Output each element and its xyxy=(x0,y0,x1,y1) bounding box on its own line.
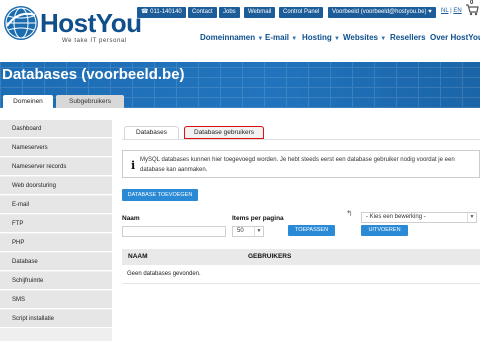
column-header-gebruikers[interactable]: GEBRUIKERS xyxy=(248,253,291,260)
phone-number: 011-140140 xyxy=(150,9,182,15)
sidebar-item-database[interactable]: Database xyxy=(0,253,112,271)
info-text: MySQL databases kunnen hier toegevoegd w… xyxy=(140,157,455,173)
phone-icon: ☎ xyxy=(141,9,149,15)
webmail-link[interactable]: Webmail xyxy=(244,7,276,18)
jobs-link[interactable]: Jobs xyxy=(219,7,240,18)
globe-logo-icon[interactable] xyxy=(4,6,38,40)
chevron-down-icon: ▼ xyxy=(467,213,476,222)
sidebar-item-ftp[interactable]: FTP xyxy=(0,215,112,233)
info-box: i MySQL databases kunnen hier toegevoegd… xyxy=(122,150,480,178)
per-page-value: 50 xyxy=(237,228,244,234)
tab-divider xyxy=(122,139,480,140)
sidebar: Dashboard Nameservers Nameserver records… xyxy=(0,120,112,341)
name-input[interactable] xyxy=(122,226,226,237)
phone-button[interactable]: ☎ 011-140140 xyxy=(137,7,186,18)
per-page-select[interactable]: 50 ▼ xyxy=(232,226,264,237)
chevron-down-icon: ▼ xyxy=(291,36,298,42)
column-header-naam[interactable]: NAAM xyxy=(128,253,148,260)
nav-over-hostyou[interactable]: Over HostYou xyxy=(430,33,480,42)
nav-websites[interactable]: Websites ▼ xyxy=(343,33,386,42)
sidebar-item-script-installatie[interactable]: Script installatie xyxy=(0,310,112,328)
chevron-down-icon: ▼ xyxy=(254,227,263,236)
nav-email[interactable]: E-mail ▼ xyxy=(265,33,297,42)
per-page-label: Items per pagina xyxy=(232,215,284,222)
chevron-down-icon: ▼ xyxy=(334,36,340,42)
sidebar-item-dashboard[interactable]: Dashboard xyxy=(0,120,112,138)
name-label: Naam xyxy=(122,215,140,222)
add-database-button[interactable]: DATABASE TOEVOEGEN xyxy=(122,189,198,201)
nav-hosting[interactable]: Hosting ▼ xyxy=(302,33,340,42)
chevron-down-icon: ▼ xyxy=(257,36,264,42)
tab-database-gebruikers[interactable]: Database gebruikers xyxy=(184,126,264,139)
tab-domeinen[interactable]: Domeinen xyxy=(3,95,53,108)
empty-state-text: Geen databases gevonden. xyxy=(127,271,201,277)
nav-label: Hosting xyxy=(302,33,332,42)
nav-resellers[interactable]: Resellers xyxy=(390,33,426,42)
info-icon: i xyxy=(131,159,136,172)
sidebar-item-sms[interactable]: SMS xyxy=(0,291,112,309)
control-panel-link[interactable]: Control Panel xyxy=(279,7,324,18)
apply-button[interactable]: TOEPASSEN xyxy=(288,225,335,236)
bulk-action-value: - Kies een bewerking - xyxy=(366,214,426,220)
account-name: Voorbeeld (voorbeeld@hostyou.be) xyxy=(332,9,427,15)
chevron-down-icon: ▼ xyxy=(380,36,387,42)
cart-count: 0 xyxy=(470,0,474,6)
brand-name[interactable]: HostYou xyxy=(40,8,142,39)
heart-icon: ♥ xyxy=(428,9,432,15)
sidebar-item-web-doorsturing[interactable]: Web doorsturing xyxy=(0,177,112,195)
tab-subgebruikers[interactable]: Subgebruikers xyxy=(56,95,124,108)
language-switcher: NL | EN xyxy=(441,8,462,14)
sidebar-item-email[interactable]: E-mail xyxy=(0,196,112,214)
sidebar-item-php[interactable]: PHP xyxy=(0,234,112,252)
lang-en[interactable]: EN xyxy=(453,8,461,14)
table-header: NAAM GEBRUIKERS xyxy=(122,249,480,265)
brand-tagline: We take IT personal xyxy=(62,38,127,44)
nav-label: E-mail xyxy=(265,33,290,42)
nav-label: Domeinnamen xyxy=(200,33,256,42)
lang-nl[interactable]: NL xyxy=(441,8,448,14)
execute-button[interactable]: UITVOEREN xyxy=(361,225,408,236)
select-arrow-icon: ↰ xyxy=(346,209,353,218)
contact-link[interactable]: Contact xyxy=(188,7,217,18)
bulk-action-select[interactable]: - Kies een bewerking - ▼ xyxy=(361,212,477,223)
account-menu[interactable]: Voorbeeld (voorbeeld@hostyou.be) ♥ xyxy=(328,7,436,18)
header: HostYou We take IT personal ☎ 011-140140… xyxy=(0,0,480,62)
tab-databases[interactable]: Databases xyxy=(124,126,179,139)
sidebar-item-nameserver-records[interactable]: Nameserver records xyxy=(0,158,112,176)
sidebar-item-nameservers[interactable]: Nameservers xyxy=(0,139,112,157)
nav-label: Websites xyxy=(343,33,378,42)
nav-domeinnamen[interactable]: Domeinnamen ▼ xyxy=(200,33,263,42)
page-title: Databases (voorbeeld.be) xyxy=(2,66,185,83)
sidebar-item-schijfruimte[interactable]: Schijfruimte xyxy=(0,272,112,290)
